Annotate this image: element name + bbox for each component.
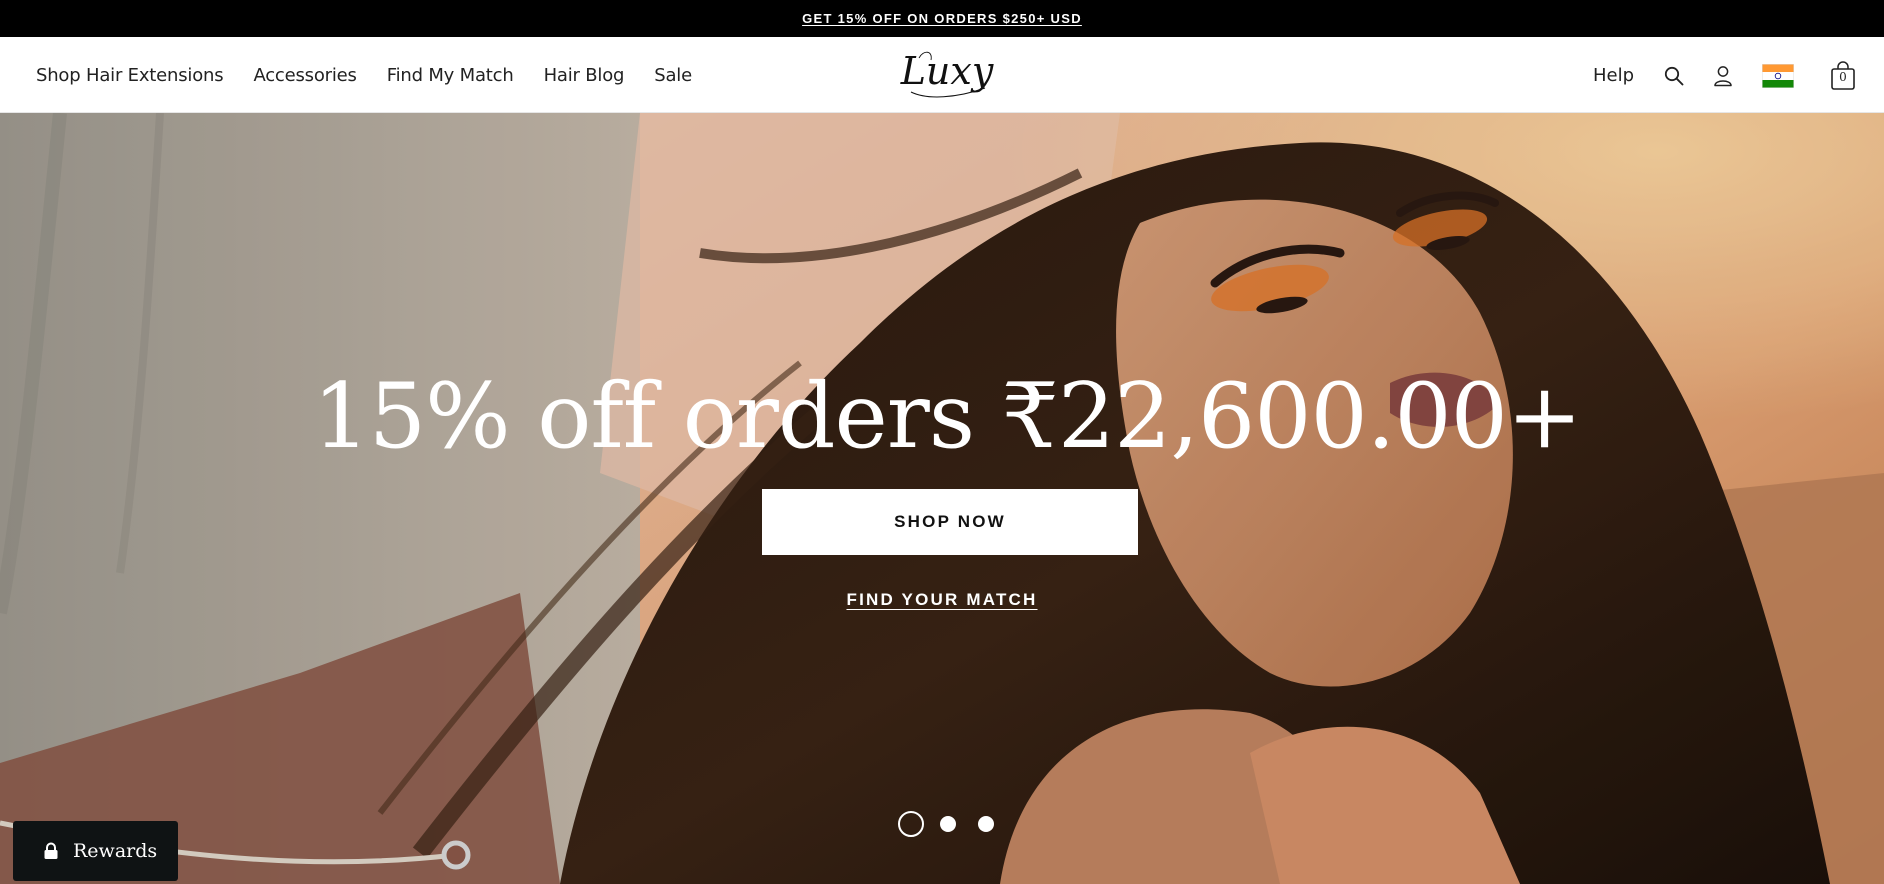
find-your-match-wrapper: FIND YOUR MATCH <box>0 590 1884 610</box>
cart-count: 0 <box>1839 69 1847 84</box>
main-nav: Shop Hair Extensions Accessories Find My… <box>36 38 692 113</box>
luxy-logo-icon: Luxy <box>900 49 994 98</box>
account-icon <box>1714 65 1732 86</box>
nav-find-my-match[interactable]: Find My Match <box>387 65 514 86</box>
find-your-match-link[interactable]: FIND YOUR MATCH <box>846 590 1037 609</box>
search-icon <box>1664 66 1684 85</box>
rewards-button[interactable]: Rewards <box>13 821 178 881</box>
search-button[interactable] <box>1662 64 1686 88</box>
slide-dot-2[interactable] <box>940 816 956 832</box>
shop-now-button[interactable]: SHOP NOW <box>762 489 1138 555</box>
hero-heading: 15% off orders ₹22,600.00+ <box>312 364 1583 469</box>
country-selector[interactable] <box>1762 63 1794 88</box>
slide-dot-3[interactable] <box>978 816 994 832</box>
nav-hair-blog[interactable]: Hair Blog <box>544 65 625 86</box>
help-link[interactable]: Help <box>1593 65 1634 86</box>
slide-dot-1[interactable] <box>898 811 924 837</box>
svg-text:Luxy: Luxy <box>900 49 994 93</box>
slideshow-pagination <box>898 811 1016 837</box>
nav-sale[interactable]: Sale <box>654 65 692 86</box>
logo[interactable]: Luxy <box>897 48 1001 102</box>
india-flag-icon <box>1762 63 1794 88</box>
site-header: Shop Hair Extensions Accessories Find My… <box>0 38 1884 113</box>
announcement-link[interactable]: GET 15% OFF ON ORDERS $250+ USD <box>802 11 1082 26</box>
nav-shop-hair-extensions[interactable]: Shop Hair Extensions <box>36 65 224 86</box>
lock-icon <box>44 842 58 859</box>
nav-accessories[interactable]: Accessories <box>253 65 356 86</box>
hero-banner[interactable]: 15% off orders ₹22,600.00+ SHOP NOW FIND… <box>0 113 1884 884</box>
announcement-bar: GET 15% OFF ON ORDERS $250+ USD <box>0 0 1884 38</box>
cart-button[interactable]: 0 <box>1830 60 1856 91</box>
account-button[interactable] <box>1712 64 1734 88</box>
header-utilities: Help 0 <box>1593 38 1856 113</box>
rewards-label: Rewards <box>73 840 158 862</box>
